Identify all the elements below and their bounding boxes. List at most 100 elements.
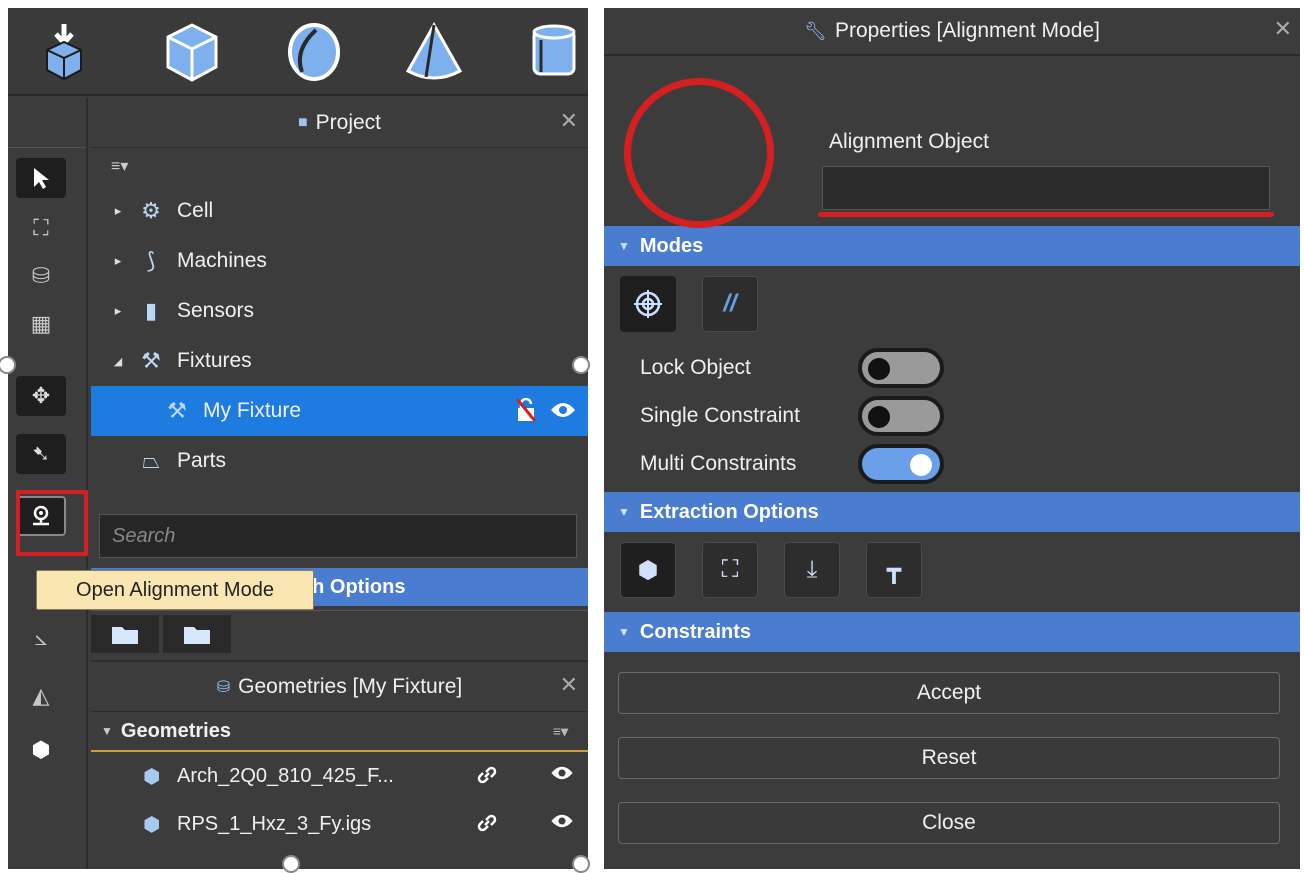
fixture-icon: ⚒ [141, 348, 161, 373]
accept-button[interactable]: Accept [618, 672, 1280, 714]
expand-caret-icon[interactable]: ▸ [105, 303, 131, 319]
tree-item-parts[interactable]: ⏢ Parts [91, 436, 588, 486]
folder-tab-icon[interactable] [163, 615, 231, 653]
single-constraint-toggle-row[interactable]: Single Constraint [640, 394, 1000, 438]
parts-stack-icon[interactable]: ⛁ [16, 256, 66, 296]
cylinder-icon[interactable] [520, 18, 588, 86]
tree-item-fixtures[interactable]: ◢ ⚒ Fixtures [91, 336, 588, 386]
tree-item-sensors[interactable]: ▸ ▮ Sensors [91, 286, 588, 336]
alignment-button-highlight [16, 490, 88, 556]
reset-button[interactable]: Reset [618, 737, 1280, 779]
extract-points-icon[interactable]: ⛶ [702, 542, 758, 598]
wrench-icon: 🔧︎ [804, 20, 827, 41]
project-title-text: Project [315, 110, 382, 134]
geometries-section-label: Geometries [120, 719, 231, 742]
close-icon[interactable]: ✕ [560, 108, 578, 134]
extract-projection-icon[interactable]: ⤓ [784, 542, 840, 598]
resize-handle[interactable] [572, 356, 590, 374]
tooltip: Open Alignment Mode [36, 570, 314, 610]
modes-section-header[interactable]: ▼ Modes [604, 226, 1300, 266]
close-icon[interactable]: ✕ [1274, 16, 1292, 42]
grid-icon[interactable]: ▦ [16, 304, 66, 344]
properties-title-text: Properties [Alignment Mode] [834, 19, 1100, 42]
tree-item-machines[interactable]: ▸ ⟆ Machines [91, 236, 588, 286]
single-constraint-switch[interactable] [858, 396, 944, 436]
fixture-icon[interactable]: ⛶ [16, 208, 66, 248]
robot-arm-icon: ⟆ [146, 248, 156, 273]
toggle-label: Lock Object [640, 356, 751, 379]
splitter[interactable] [588, 0, 604, 869]
select-arrow-icon[interactable] [16, 158, 66, 198]
geometries-panel: ⛁ Geometries [My Fixture] ✕ ▼ Geometries… [91, 660, 588, 869]
tree-item-cell[interactable]: ▸ ⚙ Cell [91, 186, 588, 236]
link-icon[interactable] [476, 764, 498, 792]
switch-knob [868, 406, 890, 428]
geometries-section-header[interactable]: ▼ Geometries ≡▾ [91, 712, 588, 752]
left-workspace: ⛶ ⛁ ▦ ✥ ➷ ⦣ ◭ ⬢ ■ Project ✕ ≡▾ ▸ ⚙ Cell … [8, 8, 588, 869]
alignment-field-underline [818, 212, 1274, 217]
close-button[interactable]: Close [618, 802, 1280, 844]
visibility-eye-icon[interactable] [550, 812, 574, 835]
resize-handle[interactable] [572, 855, 590, 873]
robot-jog-icon[interactable]: ✥ [16, 376, 66, 416]
folder-tab-icon[interactable] [91, 615, 159, 653]
collapse-triangle-icon: ▼ [618, 239, 630, 253]
geometries-menu-button[interactable]: ≡▾ [553, 723, 568, 740]
geometries-title-text: Geometries [My Fixture] [238, 674, 463, 698]
cone-icon[interactable] [400, 18, 468, 86]
multi-constraints-switch[interactable] [858, 444, 944, 484]
sensor-icon: ▮ [144, 298, 158, 323]
link-icon[interactable] [476, 812, 498, 840]
extraction-section-label: Extraction Options [639, 500, 819, 523]
geometry-cube-icon: ⬢ [143, 813, 161, 836]
batch-tabs [91, 610, 588, 654]
measure-icon[interactable]: ◭ [16, 676, 66, 716]
geometry-icon[interactable]: ⬢ [16, 730, 66, 770]
alignment-object-field[interactable] [822, 166, 1270, 210]
robot-teach-icon[interactable]: ➷ [16, 434, 66, 474]
folder-icon: ■ [297, 113, 308, 131]
properties-panel: 🔧︎ Properties [Alignment Mode] ✕ Alignme… [604, 8, 1300, 869]
parallel-mode-icon[interactable]: // [702, 276, 758, 332]
constraints-body: Accept Reset Close [604, 652, 1300, 869]
database-icon: ⛁ [216, 678, 231, 696]
switch-knob [868, 358, 890, 380]
resize-handle[interactable] [282, 855, 300, 873]
extract-edge-icon[interactable]: ┳ [866, 542, 922, 598]
close-icon[interactable]: ✕ [560, 672, 578, 698]
switch-knob [910, 454, 932, 476]
search-input[interactable]: Search [99, 514, 577, 558]
row-actions [515, 397, 576, 428]
multi-constraints-toggle-row[interactable]: Multi Constraints [640, 442, 1000, 486]
extraction-options-header[interactable]: ▼ Extraction Options [604, 492, 1300, 532]
lock-object-switch[interactable] [858, 348, 944, 388]
tree-item-label: Sensors [177, 299, 255, 322]
expand-caret-icon[interactable]: ▸ [105, 253, 131, 269]
visibility-eye-icon[interactable] [550, 764, 574, 787]
geometry-cube-icon: ⬢ [143, 765, 161, 788]
geometry-row[interactable]: ⬢ RPS_1_Hxz_3_Fy.igs [91, 800, 588, 848]
tree-item-label: Cell [177, 199, 214, 222]
geometry-name: RPS_1_Hxz_3_Fy.igs [177, 812, 372, 835]
shape-toolbar [8, 8, 588, 96]
batch-header-label: ch Options [301, 575, 406, 598]
box-icon[interactable] [158, 18, 226, 86]
tree-item-label: Fixtures [177, 349, 252, 372]
tree-item-label: Parts [177, 449, 227, 472]
constraints-section-header[interactable]: ▼ Constraints [604, 612, 1300, 652]
sphere-icon[interactable] [280, 18, 348, 86]
geometry-row[interactable]: ⬢ Arch_2Q0_810_425_F... [91, 752, 588, 800]
tree-item-my-fixture[interactable]: ⚒ My Fixture [91, 386, 588, 436]
target-mode-icon[interactable] [620, 276, 676, 332]
visibility-eye-icon[interactable] [550, 401, 576, 425]
collapse-caret-icon[interactable]: ◢ [105, 355, 131, 368]
expand-caret-icon[interactable]: ▸ [105, 203, 131, 219]
unlocked-icon[interactable] [515, 397, 537, 428]
toolbar-header [8, 98, 86, 148]
tree-menu-button[interactable]: ≡▾ [91, 148, 588, 186]
tree-item-label: Machines [177, 249, 267, 272]
frame-icon[interactable]: ⦣ [16, 618, 66, 658]
lock-object-toggle-row[interactable]: Lock Object [640, 346, 1000, 390]
import-part-icon[interactable] [30, 18, 98, 86]
extract-geometry-icon[interactable]: ⬢ [620, 542, 676, 598]
